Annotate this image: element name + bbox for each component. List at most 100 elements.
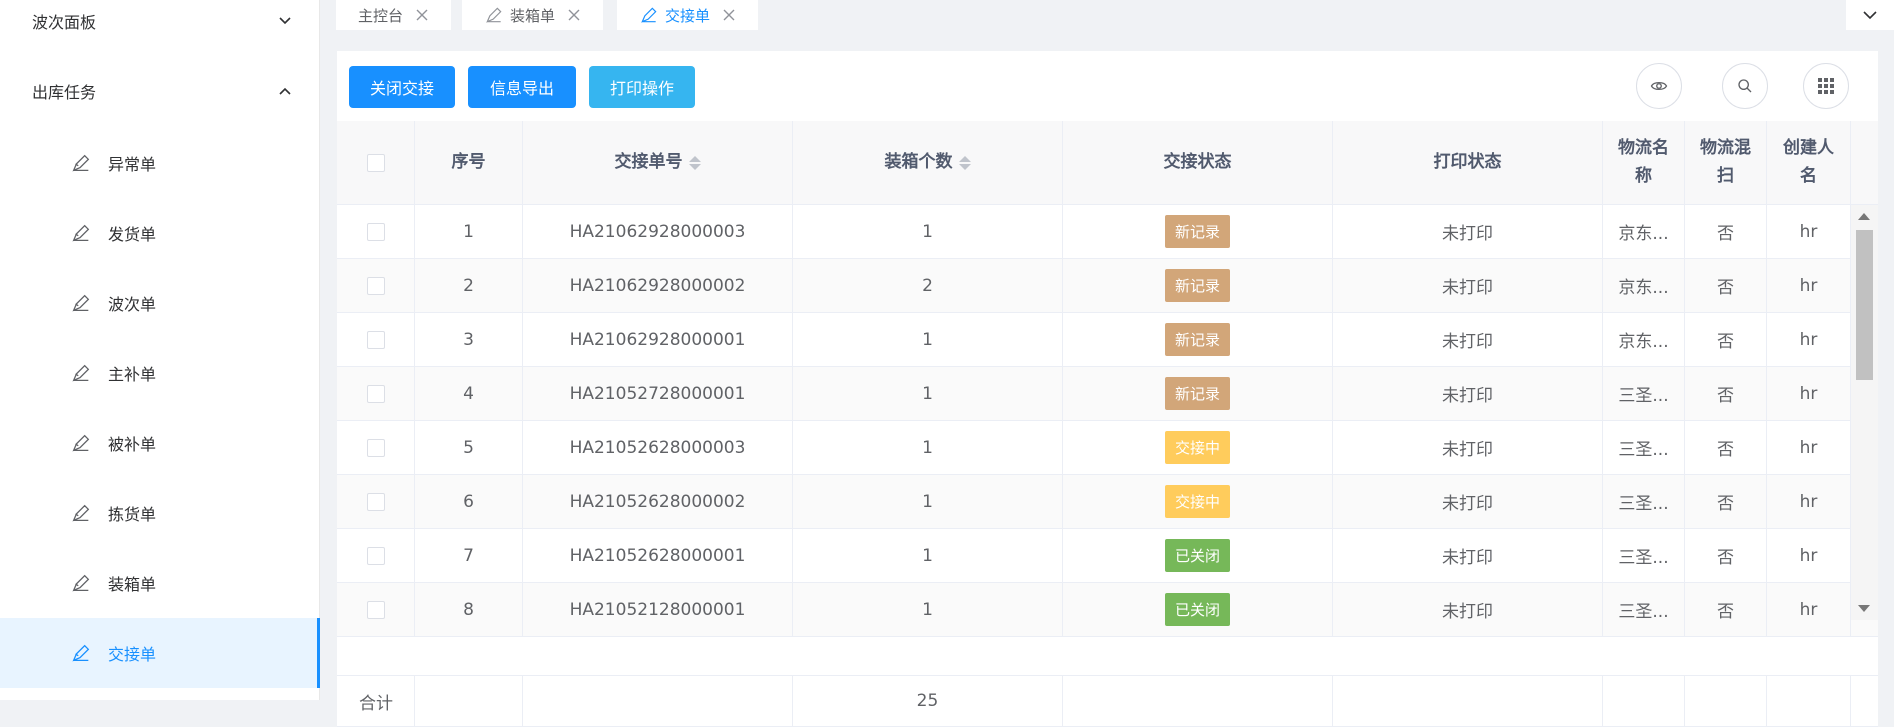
footer-box-total: 25 xyxy=(793,676,1063,726)
tab-console[interactable]: 主控台 xyxy=(336,0,452,30)
sort-icon[interactable] xyxy=(958,155,971,170)
table-cell: 未打印 xyxy=(1333,205,1603,258)
scroll-thumb[interactable] xyxy=(1856,230,1873,380)
table-cell: hr xyxy=(1767,421,1851,474)
table-cell: 未打印 xyxy=(1333,367,1603,420)
table-cell: 5 xyxy=(415,421,523,474)
row-checkbox[interactable] xyxy=(366,492,385,511)
cell-print-status: 未打印 xyxy=(1442,602,1493,622)
cell-handover-no: HA21052628000003 xyxy=(569,437,746,458)
sidebar-item[interactable]: 被补单 xyxy=(0,408,320,478)
sidebar-item[interactable]: 异常单 xyxy=(0,128,320,198)
table-cell: hr xyxy=(1767,529,1851,582)
cell-logistics-mixed: 否 xyxy=(1717,602,1734,622)
edit-icon xyxy=(484,5,504,25)
edit-icon xyxy=(70,501,94,525)
cell-logistics-name: 京东... xyxy=(1618,278,1669,298)
sidebar-item[interactable]: 装箱单 xyxy=(0,548,320,618)
row-checkbox[interactable] xyxy=(366,222,385,241)
footer-empty xyxy=(415,676,523,726)
cell-creator: hr xyxy=(1799,221,1818,242)
table-row[interactable]: 1 HA21062928000003 1 新记录 未打印 京东... 否 hr xyxy=(337,205,1878,259)
print-operation-button[interactable]: 打印操作 xyxy=(589,66,695,108)
close-icon[interactable] xyxy=(567,8,581,22)
header-box-count[interactable]: 装箱个数 xyxy=(793,121,1063,204)
table-cell xyxy=(337,421,415,474)
table-row[interactable]: 8 HA21052128000001 1 已关闭 未打印 三圣... 否 hr xyxy=(337,583,1878,637)
edit-icon xyxy=(70,291,94,315)
export-info-button[interactable]: 信息导出 xyxy=(468,66,576,108)
table-row[interactable]: 4 HA21052728000001 1 新记录 未打印 三圣... 否 hr xyxy=(337,367,1878,421)
columns-menu-button[interactable] xyxy=(1803,63,1849,109)
tab-handover[interactable]: 交接单 xyxy=(617,0,759,30)
table-row[interactable]: 5 HA21052628000003 1 交接中 未打印 三圣... 否 hr xyxy=(337,421,1878,475)
table-row[interactable]: 7 HA21052628000001 1 已关闭 未打印 三圣... 否 hr xyxy=(337,529,1878,583)
header-label: 装箱个数 xyxy=(884,151,953,172)
table-cell: 已关闭 xyxy=(1063,529,1333,582)
close-handover-button[interactable]: 关闭交接 xyxy=(349,66,455,108)
cell-logistics-name: 京东... xyxy=(1618,224,1669,244)
header-logistics-name: 物流名称 xyxy=(1603,121,1685,204)
cell-creator: hr xyxy=(1799,599,1818,620)
row-checkbox[interactable] xyxy=(366,438,385,457)
cell-logistics-name: 三圣... xyxy=(1618,386,1669,406)
chevron-up-icon xyxy=(278,84,292,98)
cell-box-count: 1 xyxy=(922,437,933,458)
table-cell: 否 xyxy=(1685,529,1767,582)
row-checkbox[interactable] xyxy=(366,384,385,403)
row-checkbox[interactable] xyxy=(366,276,385,295)
edit-icon xyxy=(70,151,94,175)
table-cell xyxy=(337,475,415,528)
status-badge: 新记录 xyxy=(1164,269,1230,302)
cell-creator: hr xyxy=(1799,383,1818,404)
header-label: 交接单号 xyxy=(614,151,683,172)
close-icon[interactable] xyxy=(415,8,429,22)
close-icon[interactable] xyxy=(722,8,736,22)
tab-packing[interactable]: 装箱单 xyxy=(462,0,604,30)
menu-group-wave-panel[interactable]: 波次面板 xyxy=(0,0,320,46)
cell-seq: 4 xyxy=(463,383,474,404)
grid-icon xyxy=(1818,78,1834,94)
toggle-columns-button[interactable] xyxy=(1636,63,1682,109)
table-cell: 否 xyxy=(1685,259,1767,312)
scroll-down-icon[interactable] xyxy=(1858,605,1870,612)
header-handover-no[interactable]: 交接单号 xyxy=(523,121,793,204)
row-checkbox[interactable] xyxy=(366,330,385,349)
row-checkbox[interactable] xyxy=(366,546,385,565)
cell-logistics-name: 三圣... xyxy=(1618,548,1669,568)
sort-icon[interactable] xyxy=(688,155,701,170)
select-all-checkbox[interactable] xyxy=(366,153,385,172)
table-cell: 京东... xyxy=(1603,259,1685,312)
table-row[interactable]: 6 HA21052628000002 1 交接中 未打印 三圣... 否 hr xyxy=(337,475,1878,529)
table-cell: 未打印 xyxy=(1333,421,1603,474)
table-row[interactable]: 2 HA21062928000002 2 新记录 未打印 京东... 否 hr xyxy=(337,259,1878,313)
cell-handover-no: HA21062928000001 xyxy=(569,329,746,350)
table-cell: 未打印 xyxy=(1333,259,1603,312)
tabs-dropdown-button[interactable] xyxy=(1846,0,1894,30)
table-footer: 合计 25 xyxy=(337,675,1878,727)
sidebar-item-label: 波次单 xyxy=(108,295,157,314)
table-cell: 新记录 xyxy=(1063,205,1333,258)
status-badge: 已关闭 xyxy=(1164,593,1230,626)
scroll-up-icon[interactable] xyxy=(1858,213,1870,220)
table-cell: HA21062928000001 xyxy=(523,313,793,366)
table-cell: 1 xyxy=(793,583,1063,636)
search-button[interactable] xyxy=(1722,63,1768,109)
cell-print-status: 未打印 xyxy=(1442,224,1493,244)
table-cell: 未打印 xyxy=(1333,529,1603,582)
table-row[interactable]: 3 HA21062928000001 1 新记录 未打印 京东... 否 hr xyxy=(337,313,1878,367)
sidebar-item[interactable]: 主补单 xyxy=(0,338,320,408)
row-checkbox[interactable] xyxy=(366,600,385,619)
table-cell: 1 xyxy=(793,529,1063,582)
menu-group-outbound-task[interactable]: 出库任务 xyxy=(0,66,320,116)
table-cell: 否 xyxy=(1685,421,1767,474)
table-scrollbar[interactable] xyxy=(1851,205,1878,620)
chevron-down-icon xyxy=(1863,10,1877,19)
sidebar-item[interactable]: 波次单 xyxy=(0,268,320,338)
table-cell: 三圣... xyxy=(1603,367,1685,420)
sidebar-item[interactable]: 交接单 xyxy=(0,618,320,688)
sidebar-item[interactable]: 拣货单 xyxy=(0,478,320,548)
header-checkbox-cell[interactable] xyxy=(337,121,415,204)
table-cell: hr xyxy=(1767,205,1851,258)
sidebar-item[interactable]: 发货单 xyxy=(0,198,320,268)
